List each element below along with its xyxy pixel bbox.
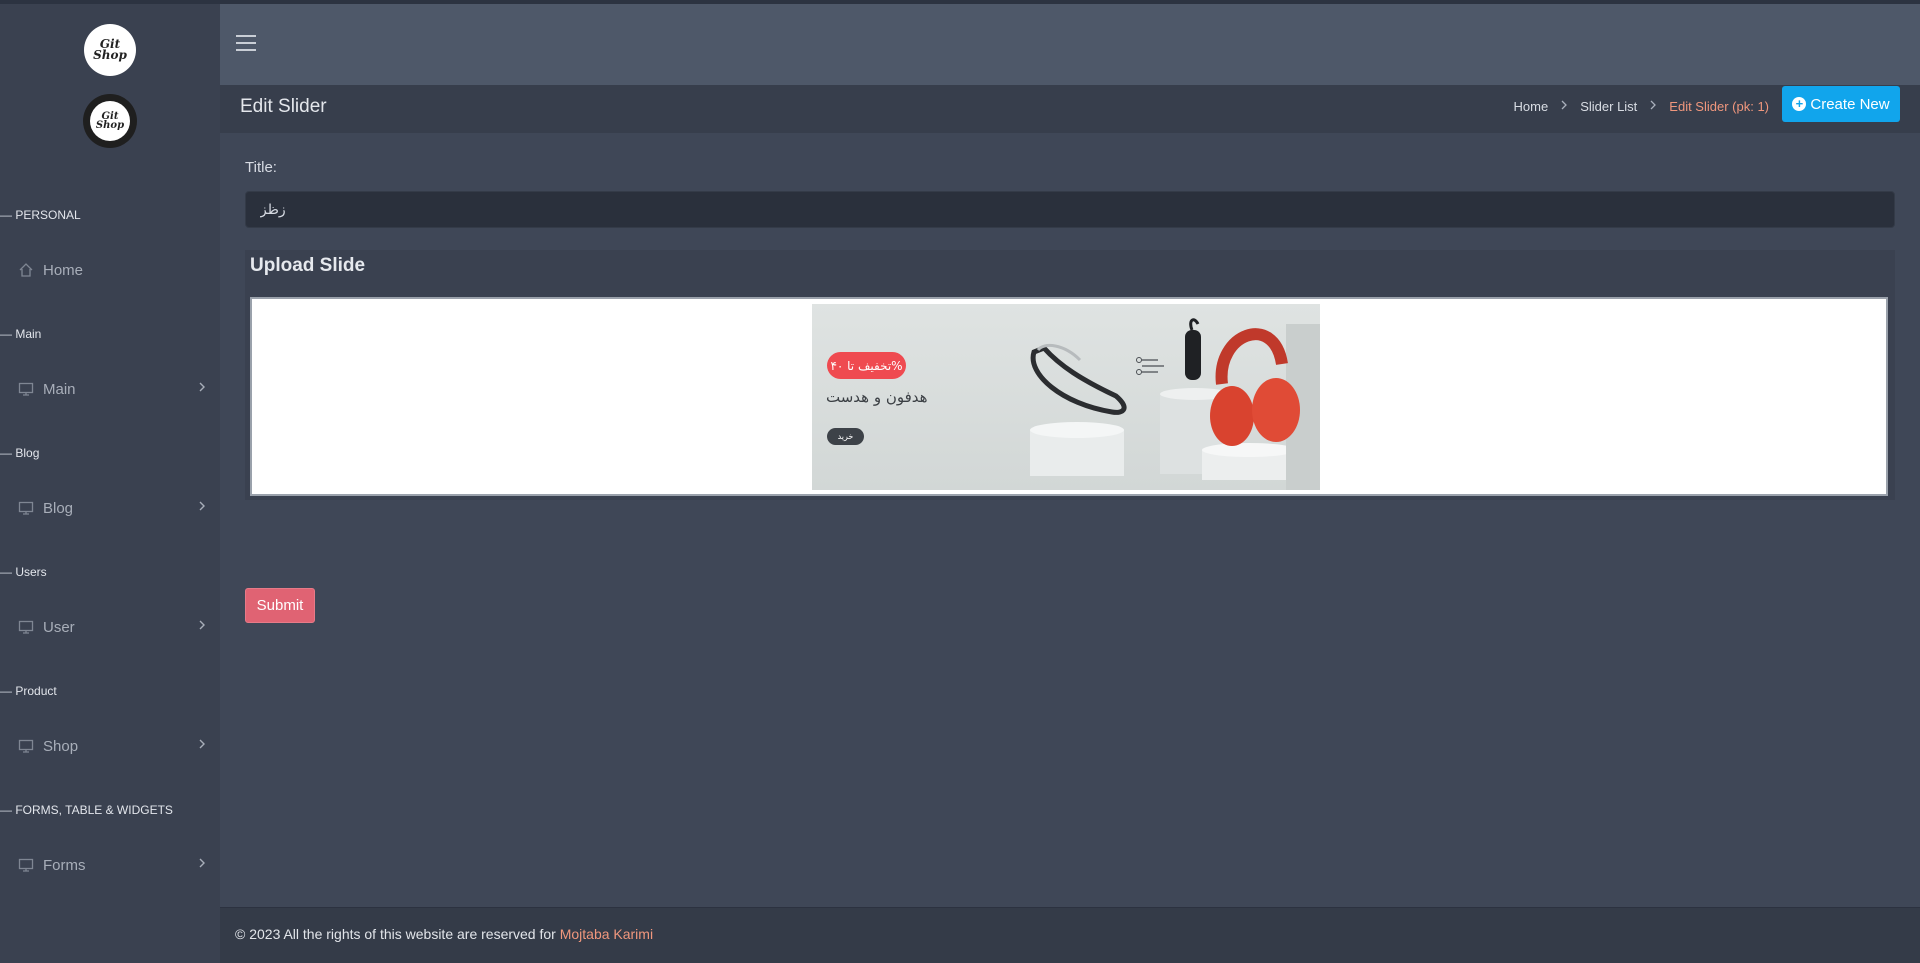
section-dash: — bbox=[0, 565, 12, 579]
create-new-button[interactable]: + Create New bbox=[1782, 86, 1900, 122]
sidebar-item-label: Blog bbox=[43, 499, 74, 517]
home-icon bbox=[17, 261, 35, 279]
section-dash: — bbox=[0, 446, 12, 460]
chevron-right-icon bbox=[197, 618, 207, 636]
hamburger-icon[interactable] bbox=[236, 35, 256, 51]
slide-image: تخفیف تا ۴۰% هدفون و هدست خرید bbox=[812, 304, 1320, 490]
sidebar-item-user[interactable]: User bbox=[17, 615, 207, 639]
section-label-product: — Product bbox=[0, 684, 57, 698]
monitor-icon bbox=[17, 499, 35, 517]
breadcrumb-home[interactable]: Home bbox=[1514, 99, 1549, 114]
monitor-icon bbox=[17, 618, 35, 636]
chevron-right-icon bbox=[1560, 99, 1568, 114]
plus-circle-icon: + bbox=[1792, 97, 1807, 111]
sidebar-item-label: Forms bbox=[43, 856, 86, 874]
slide-dropzone[interactable]: تخفیف تا ۴۰% هدفون و هدست خرید bbox=[250, 297, 1888, 496]
section-dash: — bbox=[0, 803, 12, 817]
page-header: Edit Slider Home Slider List Edit Slider… bbox=[220, 85, 1920, 133]
breadcrumb-current: Edit Slider (pk: 1) bbox=[1669, 98, 1769, 114]
copyright-text: © 2023 All the rights of this website ar… bbox=[235, 926, 653, 942]
chevron-right-icon bbox=[197, 737, 207, 755]
section-label-text: PERSONAL bbox=[15, 208, 81, 222]
copyright-label: © 2023 All the rights of this website ar… bbox=[235, 926, 556, 942]
sidebar-item-label: Main bbox=[43, 380, 76, 398]
logo[interactable]: Git Shop bbox=[84, 24, 136, 76]
monitor-icon bbox=[17, 856, 35, 874]
section-label-text: Product bbox=[15, 684, 57, 698]
section-dash: — bbox=[0, 208, 12, 222]
sidebar-item-main[interactable]: Main bbox=[17, 377, 207, 401]
sidebar-item-forms[interactable]: Forms bbox=[17, 853, 207, 877]
section-label-personal: — PERSONAL bbox=[0, 208, 81, 222]
buy-button: خرید bbox=[827, 428, 864, 445]
avatar-logo-text: Git Shop bbox=[95, 111, 125, 131]
sidebar-item-label: User bbox=[43, 618, 75, 636]
page-title: Edit Slider bbox=[240, 96, 327, 117]
logo-text: Git Shop bbox=[93, 37, 127, 62]
section-label-blog: — Blog bbox=[0, 446, 39, 460]
sidebar-item-shop[interactable]: Shop bbox=[17, 734, 207, 758]
upload-slide-card: Upload Slide تخفیف تا ۴۰% هدفون و هدست خ… bbox=[245, 250, 1895, 500]
sidebar: Git Shop Git Shop — PERSONAL Home — Main… bbox=[0, 4, 220, 963]
footer: © 2023 All the rights of this website ar… bbox=[220, 907, 1920, 963]
breadcrumb-slider-list[interactable]: Slider List bbox=[1580, 99, 1637, 114]
chevron-right-icon bbox=[197, 856, 207, 874]
sidebar-item-label: Home bbox=[43, 261, 84, 279]
section-dash: — bbox=[0, 327, 12, 341]
section-label-text: Users bbox=[15, 565, 47, 579]
sidebar-item-blog[interactable]: Blog bbox=[17, 496, 207, 520]
chevron-right-icon bbox=[197, 499, 207, 517]
submit-button[interactable]: Submit bbox=[245, 588, 315, 623]
sidebar-item-home[interactable]: Home bbox=[17, 258, 207, 282]
monitor-icon bbox=[17, 380, 35, 398]
banner-headline: هدفون و هدست bbox=[826, 388, 928, 406]
section-label-text: FORMS, TABLE & WIDGETS bbox=[15, 803, 173, 817]
section-label-users: — Users bbox=[0, 565, 47, 579]
title-label: Title: bbox=[245, 159, 277, 176]
discount-badge: تخفیف تا ۴۰% bbox=[827, 352, 906, 379]
section-dash: — bbox=[0, 684, 12, 698]
monitor-icon bbox=[17, 737, 35, 755]
breadcrumb: Home Slider List Edit Slider (pk: 1) bbox=[1514, 95, 1769, 117]
chevron-right-icon bbox=[1649, 99, 1657, 114]
user-avatar[interactable]: Git Shop bbox=[83, 94, 137, 148]
title-input[interactable] bbox=[245, 191, 1895, 228]
section-label-forms: — FORMS, TABLE & WIDGETS bbox=[0, 803, 173, 817]
section-label-text: Main bbox=[15, 327, 42, 341]
top-header bbox=[220, 4, 1920, 85]
author-link[interactable]: Mojtaba Karimi bbox=[560, 926, 653, 942]
create-new-label: Create New bbox=[1810, 95, 1890, 113]
avatar-inner: Git Shop bbox=[90, 101, 130, 141]
section-label-main: — Main bbox=[0, 327, 41, 341]
sidebar-item-label: Shop bbox=[43, 737, 79, 755]
chevron-right-icon bbox=[197, 380, 207, 398]
upload-slide-title: Upload Slide bbox=[250, 255, 366, 276]
section-label-text: Blog bbox=[15, 446, 40, 460]
